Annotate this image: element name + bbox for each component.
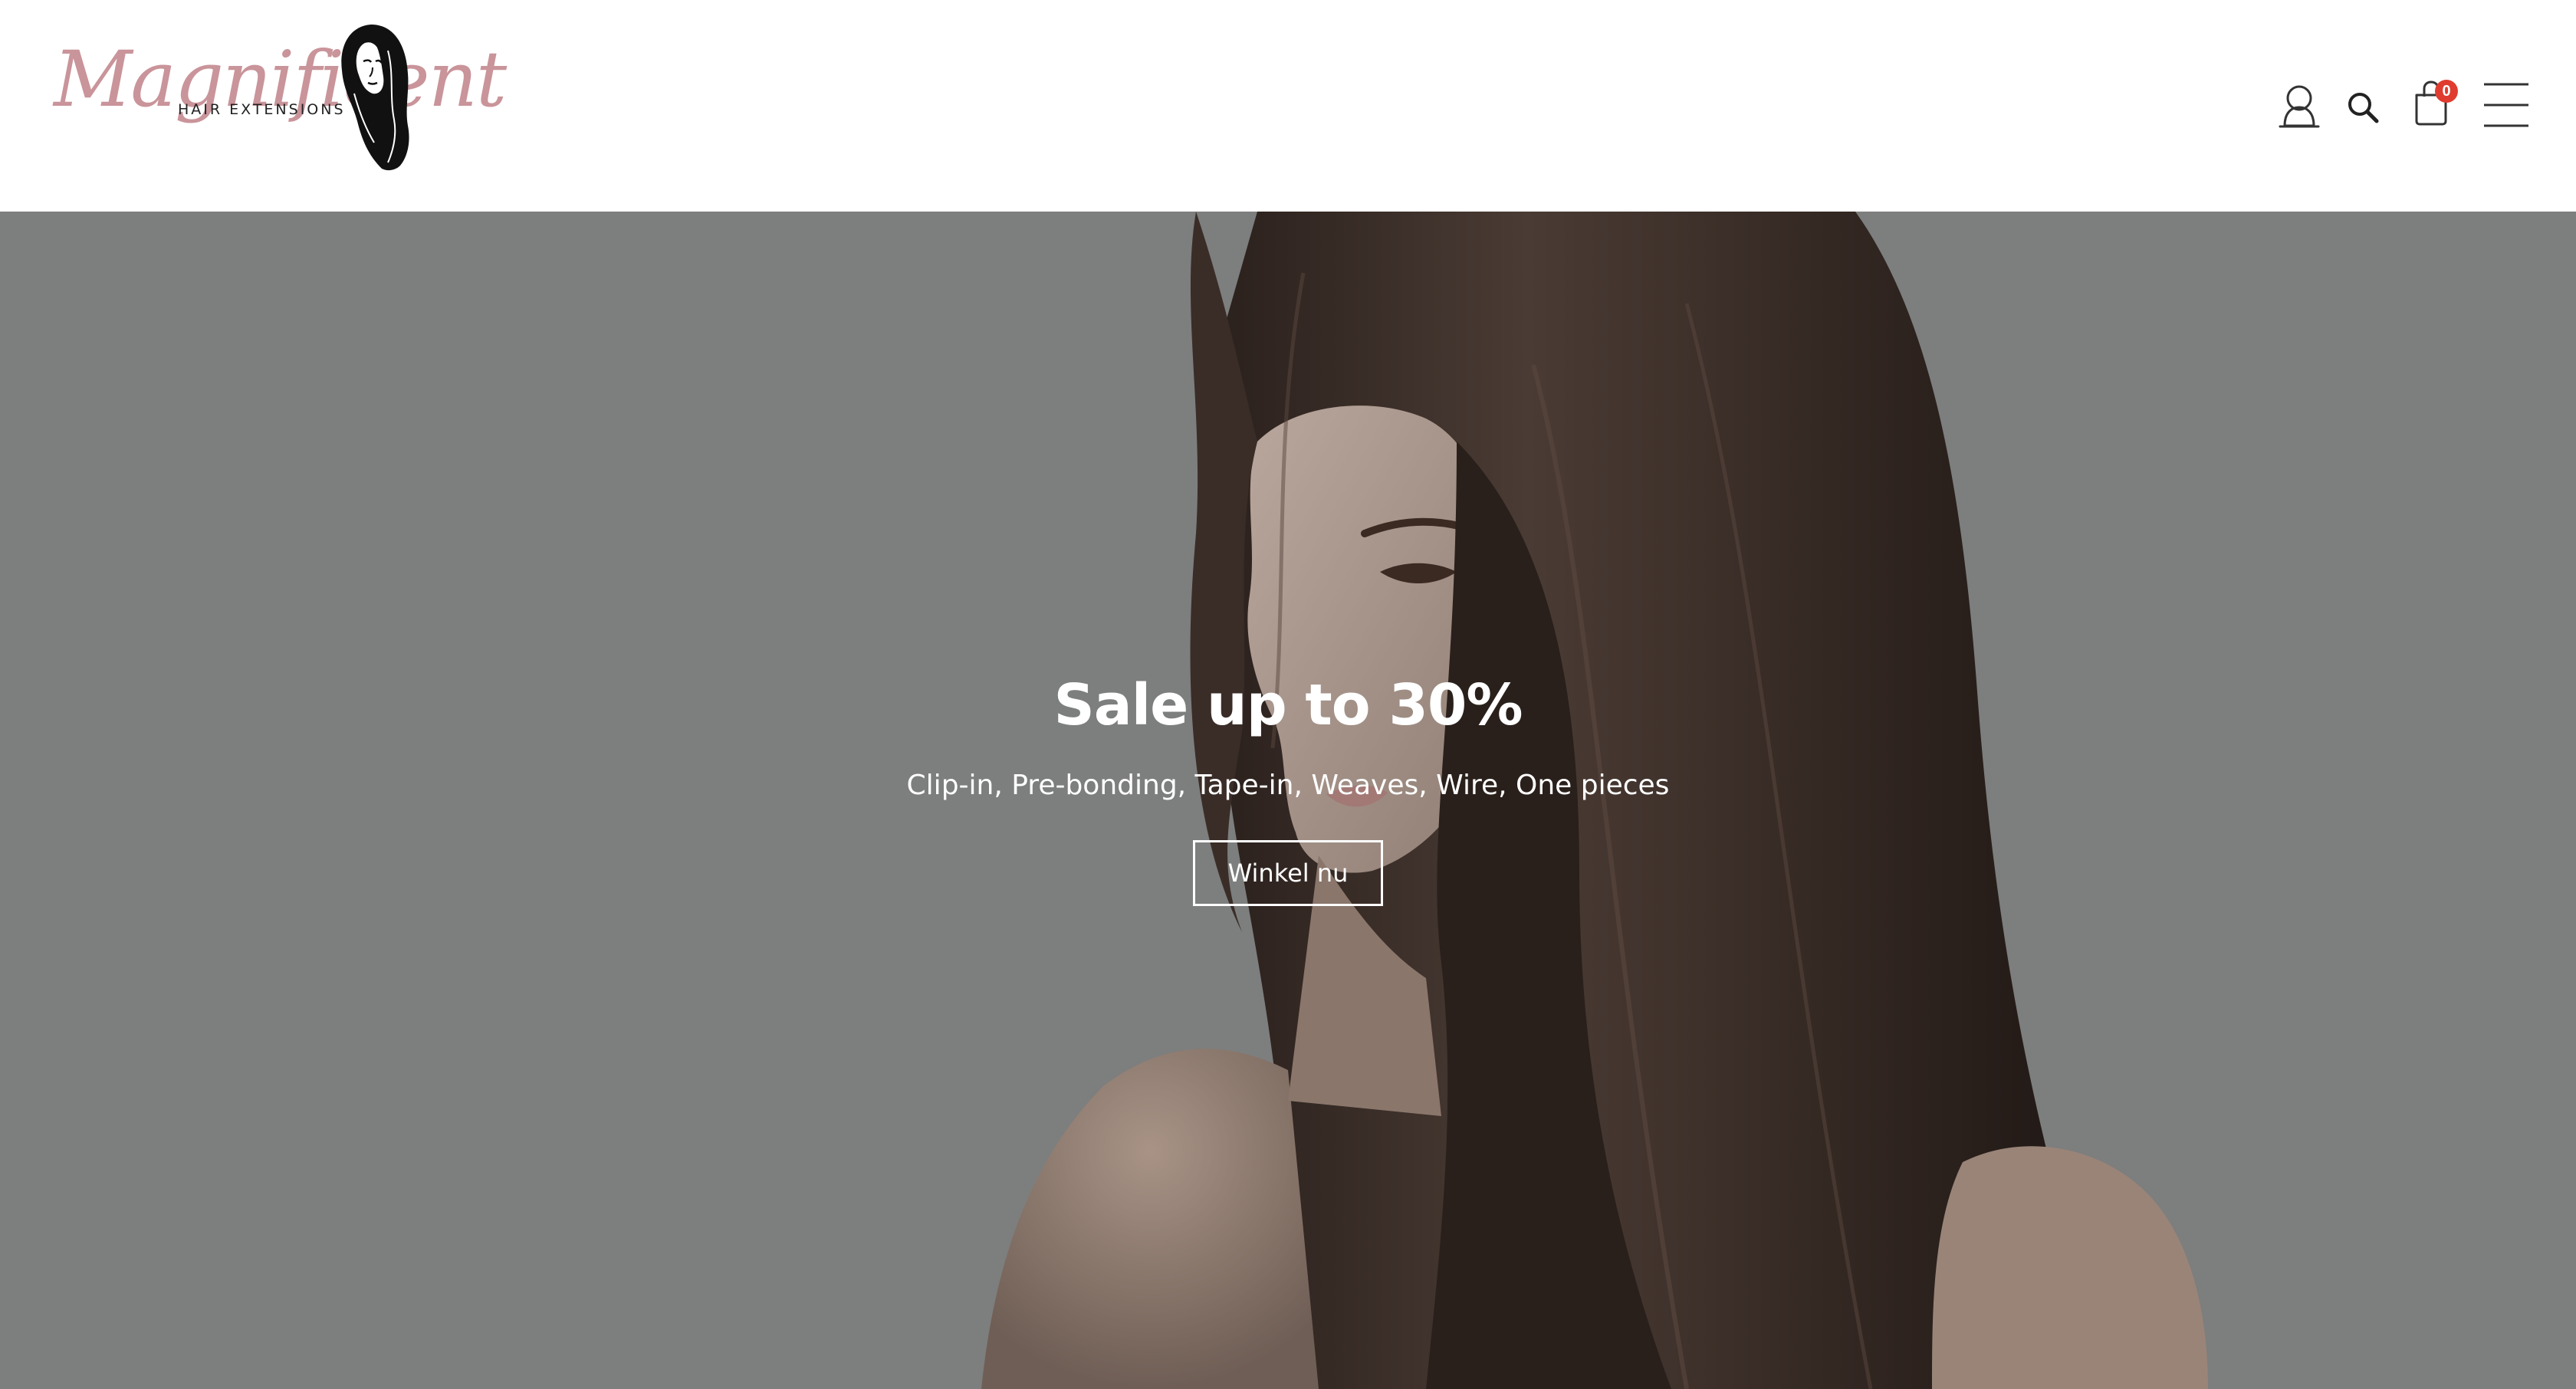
brand-logo[interactable]: Magnificent HAIR EXTENSIONS [54,20,507,173]
hero-title: Sale up to 30% [1053,672,1523,738]
logo-sub-text: HAIR EXTENSIONS [178,101,346,118]
hero-subtitle: Clip-in, Pre-bonding, Tape-in, Weaves, W… [906,769,1670,801]
woman-silhouette-icon [341,25,409,171]
hero-content: Sale up to 30% Clip-in, Pre-bonding, Tap… [0,672,2576,906]
hamburger-menu-icon[interactable] [2482,81,2530,129]
hero-banner: Sale up to 30% Clip-in, Pre-bonding, Tap… [0,212,2576,1389]
cart-icon[interactable]: 0 [2412,77,2461,127]
search-icon[interactable] [2346,90,2380,124]
shop-now-button[interactable]: Winkel nu [1193,839,1383,906]
header-actions: 0 [2269,77,2576,138]
site-header: Magnificent HAIR EXTENSIONS 0 [0,0,2576,212]
account-icon[interactable] [2279,83,2320,129]
cart-count-badge: 0 [2435,80,2458,103]
